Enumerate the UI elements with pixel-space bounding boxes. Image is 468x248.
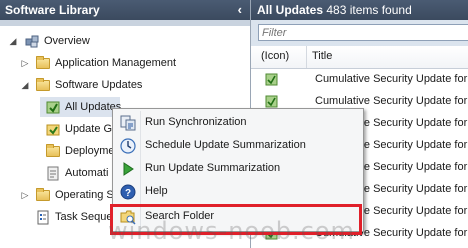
update-item-icon	[265, 72, 279, 86]
collapse-arrow-icon[interactable]: ◢	[20, 75, 30, 95]
menu-item-schedule-update-summarization[interactable]: Schedule Update Summarization	[115, 134, 361, 157]
tree-item-all-updates[interactable]: All Updates	[40, 97, 121, 117]
play-icon	[120, 161, 136, 177]
tree-item-automatic-deployment-rules[interactable]: Automati	[0, 163, 112, 183]
sync-icon	[120, 115, 136, 131]
svg-text:?: ?	[125, 188, 131, 199]
updates-icon	[46, 100, 60, 114]
expand-arrow-icon[interactable]: ▷	[20, 53, 30, 73]
menu-item-label: Run Synchronization	[145, 116, 247, 128]
tree-item-overview[interactable]: ◢ Overview	[0, 31, 250, 51]
tree-item-update-groups[interactable]: Update G	[0, 119, 112, 139]
tree-item-label: Automati	[65, 167, 109, 179]
column-divider[interactable]	[306, 46, 307, 68]
table-row[interactable]: Cumulative Security Update for	[251, 68, 468, 90]
update-title-cell: Cumulative Security Update for	[315, 73, 468, 85]
tree-item-operating-systems[interactable]: ▷ Operating S	[0, 185, 114, 205]
tree-item-deployment-packages[interactable]: Deployme	[0, 141, 115, 161]
update-group-icon	[46, 122, 60, 136]
menu-item-label: Run Update Summarization	[145, 162, 281, 174]
tree-item-label: Update G	[65, 123, 113, 135]
folder-icon	[36, 188, 50, 202]
tree-item-label: Deployme	[65, 145, 115, 157]
filter-bar	[251, 20, 468, 46]
help-icon: ?	[120, 184, 136, 200]
column-header-icon[interactable]: (Icon)	[261, 50, 289, 62]
tree-item-label: Software Updates	[55, 79, 143, 91]
task-sequence-icon	[36, 210, 50, 225]
results-title: All Updates	[257, 3, 324, 17]
clock-icon	[120, 138, 136, 154]
menu-item-label: Help	[145, 185, 168, 197]
tree-item-label: Operating S	[55, 189, 114, 201]
results-count: 483 items found	[326, 3, 412, 17]
tree-item-task-sequences[interactable]: Task Seque	[0, 207, 112, 227]
collapse-arrow-icon[interactable]: ◢	[8, 31, 18, 51]
filter-input[interactable]	[258, 24, 468, 41]
tree-item-label: Application Management	[55, 57, 177, 69]
overview-icon	[25, 34, 39, 48]
pane-header: Software Library ‹	[0, 0, 250, 20]
menu-item-run-synchronization[interactable]: Run Synchronization	[115, 111, 361, 134]
collapse-pane-icon[interactable]: ‹	[238, 0, 242, 20]
expand-arrow-icon[interactable]: ▷	[20, 185, 30, 205]
menu-item-help[interactable]: ? Help	[115, 180, 361, 203]
tree-item-label: Task Seque	[55, 211, 113, 223]
watermark: windows-noob.com	[108, 217, 355, 245]
folder-icon	[36, 78, 50, 92]
column-header-row: (Icon) Title	[251, 46, 468, 69]
tree-item-software-updates[interactable]: ◢ Software Updates	[0, 75, 250, 95]
update-item-icon	[265, 94, 279, 108]
folder-icon	[36, 56, 50, 70]
menu-item-run-update-summarization[interactable]: Run Update Summarization	[115, 157, 361, 180]
automatic-rule-icon	[46, 166, 60, 181]
deployment-package-icon	[46, 144, 60, 158]
pane-title: Software Library	[5, 3, 100, 17]
menu-item-label: Schedule Update Summarization	[145, 139, 306, 151]
pane-header-strip	[0, 20, 250, 26]
tree-item-application-management[interactable]: ▷ Application Management	[0, 53, 250, 73]
column-header-title[interactable]: Title	[312, 50, 332, 62]
results-header: All Updates 483 items found	[251, 0, 468, 20]
tree-item-label: Overview	[44, 35, 90, 47]
